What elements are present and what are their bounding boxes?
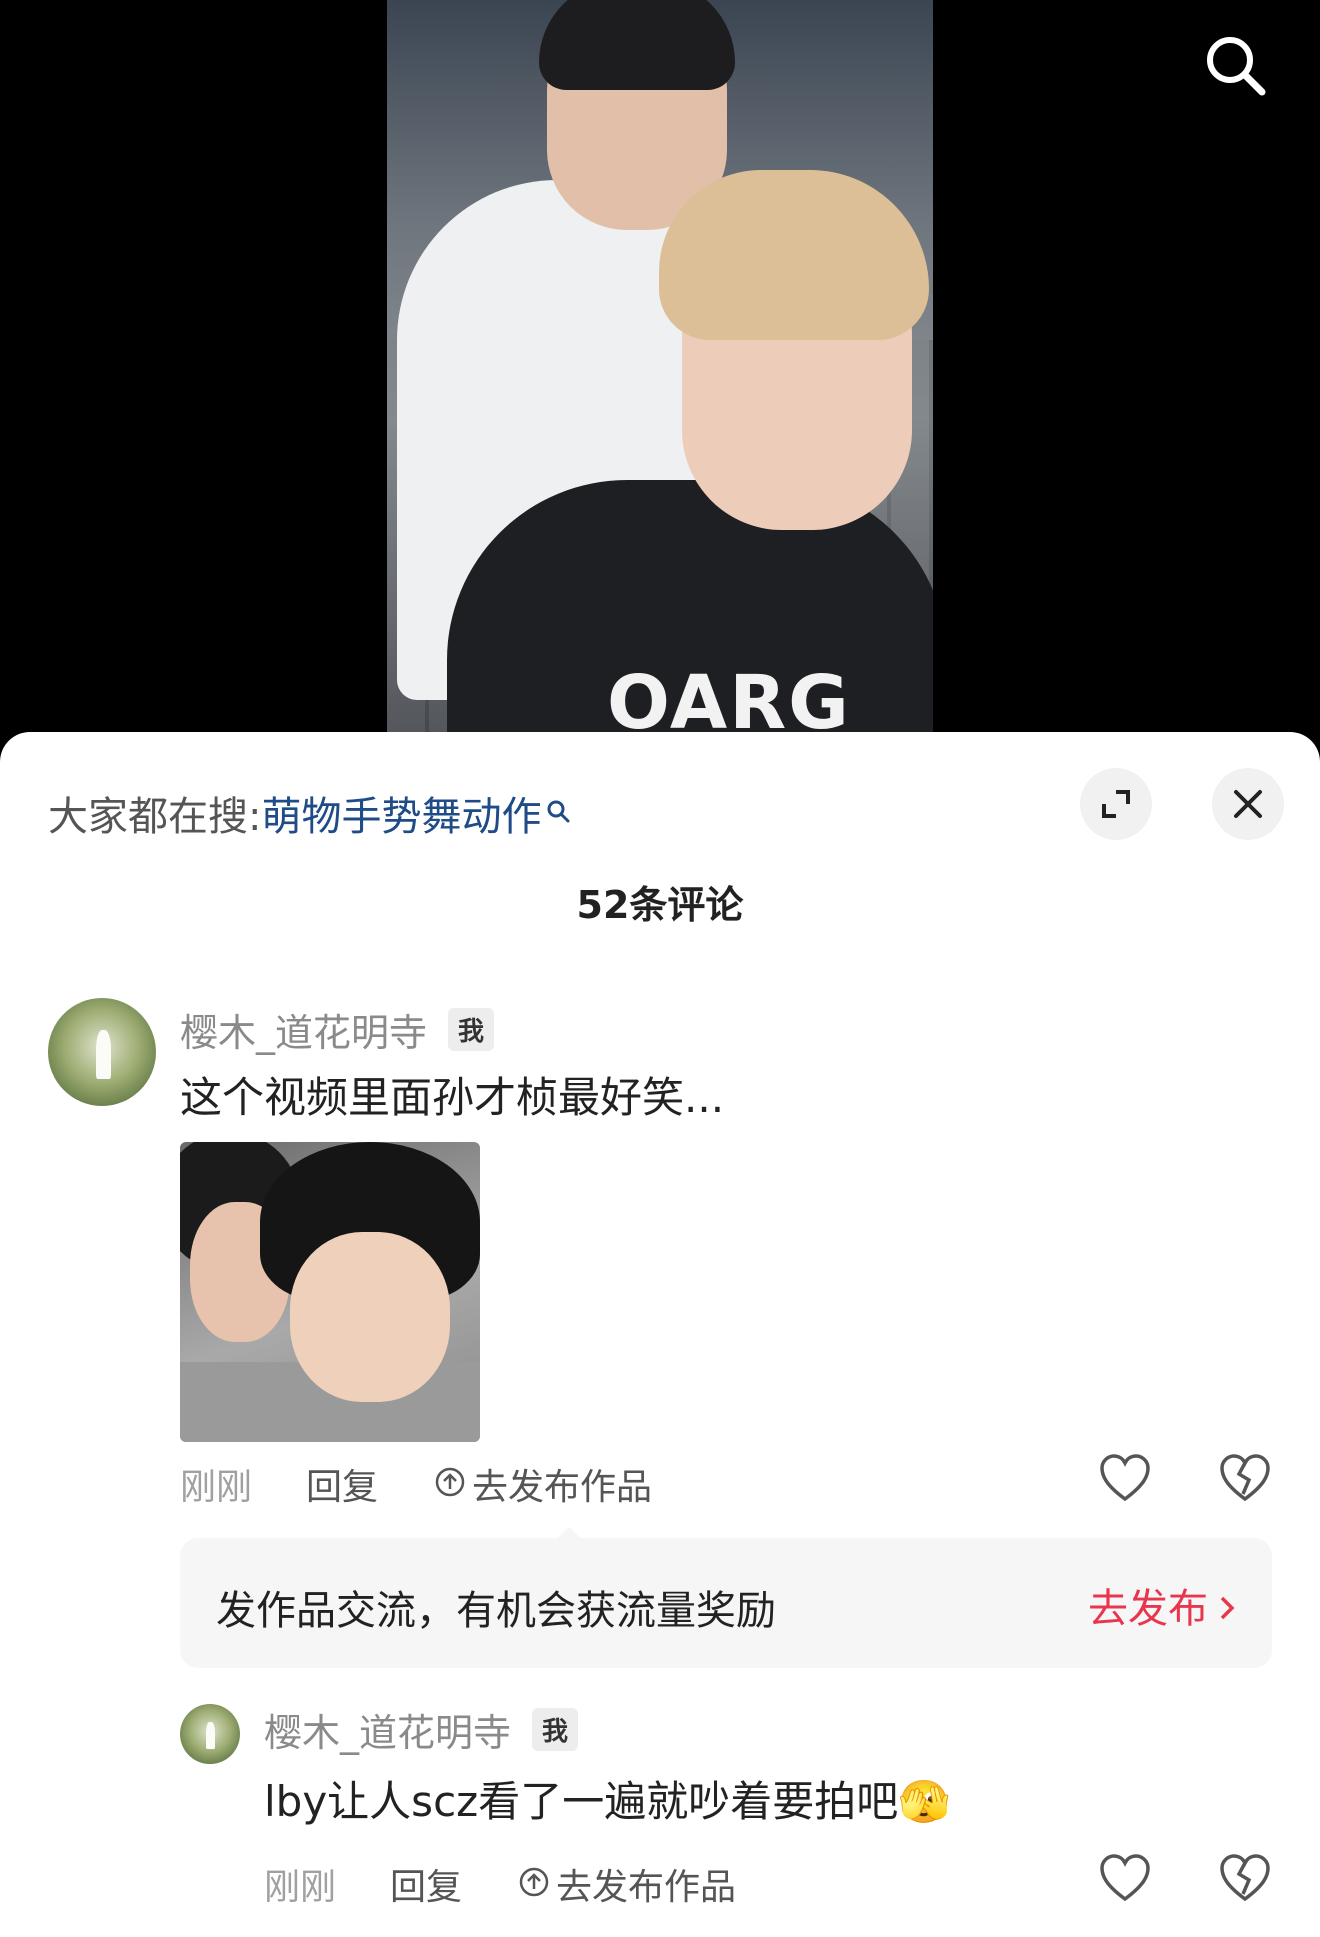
chevron-right-icon [1218,1586,1236,1632]
dislike-button[interactable] [1218,1852,1272,1906]
hot-search-keyword[interactable]: 萌物手势舞动作 [261,794,541,840]
reply-button[interactable]: 回复 [306,1458,378,1510]
search-icon [1207,37,1266,96]
hot-search-bar[interactable]: 大家都在搜:萌物手势舞动作 [48,784,571,842]
promo-text: 发作品交流，有机会获流量奖励 [216,1588,776,1634]
upload-icon [518,1866,550,1907]
dislike-icon [1220,1854,1270,1902]
search-button[interactable] [1200,30,1270,100]
close-icon [1234,790,1262,818]
promo-banner[interactable]: 发作品交流，有机会获流量奖励 去发布 [180,1538,1272,1668]
like-button[interactable] [1098,1452,1152,1506]
video-person-back-hair [539,0,735,90]
publish-work-label: 去发布作品 [556,1867,737,1908]
comment-image[interactable] [180,1142,480,1442]
like-button[interactable] [1098,1852,1152,1906]
small-search-icon [545,788,571,834]
publish-work-label: 去发布作品 [472,1467,653,1508]
comment-time: 刚刚 [180,1467,253,1508]
reply-text: lby让人scz看了一遍就吵着要拍吧🫣 [264,1768,951,1829]
reply-button[interactable]: 回复 [390,1858,462,1910]
dislike-button[interactable] [1218,1452,1272,1506]
comment-count: 52条评论 [576,883,744,927]
publish-work-button[interactable]: 去发布作品 [434,1458,652,1510]
comment-sheet: 大家都在搜:萌物手势舞动作 52条评论 樱木_道花明寺 我 这个视频里面孙才桢最… [0,732,1320,1937]
me-badge: 我 [448,1008,495,1051]
reply-time: 刚刚 [264,1867,337,1908]
publish-work-button[interactable]: 去发布作品 [518,1858,736,1910]
comment-username[interactable]: 樱木_道花明寺 [180,1002,427,1057]
close-button[interactable] [1212,768,1284,840]
comment-text: 这个视频里面孙才桢最好笑... [180,1073,725,1122]
expand-button[interactable] [1080,768,1152,840]
me-badge: 我 [532,1708,579,1751]
heart-icon [1100,1454,1150,1502]
video-person-front-hair [659,170,929,340]
go-publish-label: 去发布 [1088,1586,1208,1632]
dislike-icon [1220,1454,1270,1502]
expand-icon [1102,790,1130,818]
upload-icon [434,1466,466,1507]
video-frame: OARG [387,0,933,760]
heart-icon [1100,1854,1150,1902]
video-player[interactable]: OARG [0,0,1320,760]
avatar[interactable] [180,1704,240,1764]
go-publish-button[interactable]: 去发布 [1088,1576,1236,1634]
peeking-face-emoji: 🫣 [898,1777,951,1826]
reply-text-content: lby让人scz看了一遍就吵着要拍吧 [264,1777,899,1826]
hot-search-prefix: 大家都在搜: [48,794,262,840]
reply-username[interactable]: 樱木_道花明寺 [264,1702,511,1757]
avatar[interactable] [48,998,156,1106]
